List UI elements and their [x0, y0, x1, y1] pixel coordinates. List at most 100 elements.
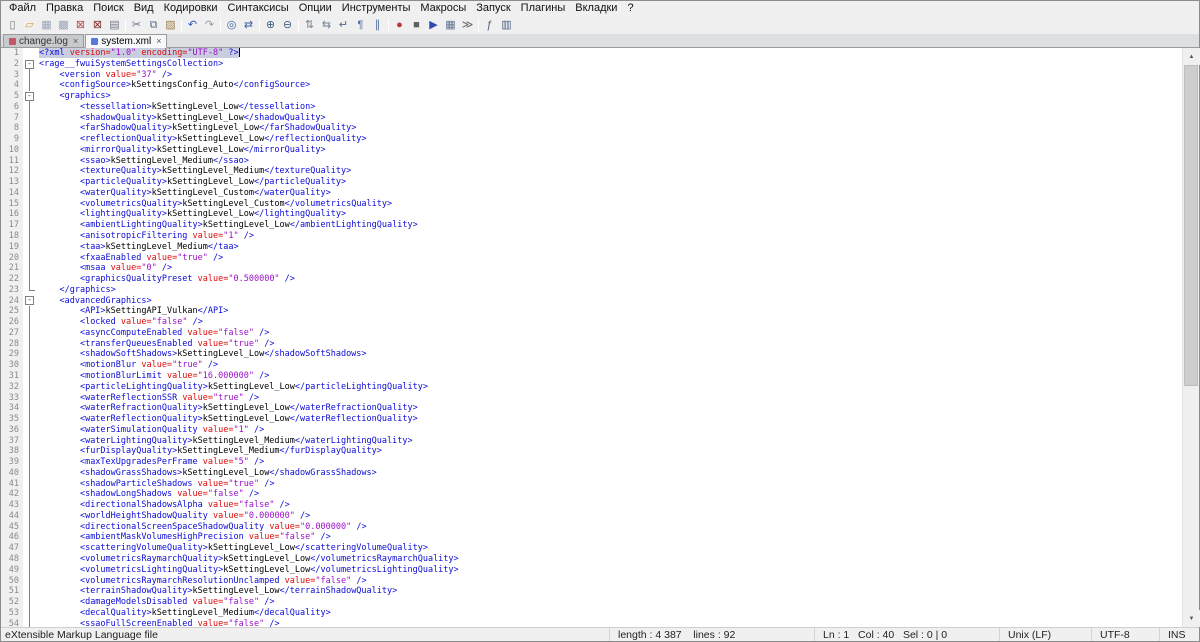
fold-margin[interactable] [23, 543, 37, 554]
editor-line[interactable]: 2- <rage__fwuiSystemSettingsCollection> [1, 58, 1182, 70]
fold-margin[interactable] [23, 263, 37, 275]
close-icon[interactable]: ⊠ [73, 17, 89, 33]
line-number[interactable]: 29 [1, 349, 23, 361]
copy-icon[interactable]: ⧉ [146, 17, 162, 33]
line-number[interactable]: 52 [1, 597, 23, 608]
line-number[interactable]: 47 [1, 543, 23, 554]
fold-margin[interactable] [23, 360, 37, 371]
print-icon[interactable]: ▤ [107, 17, 123, 33]
line-number[interactable]: 31 [1, 370, 23, 382]
line-number[interactable]: 53 [1, 607, 23, 619]
line-number[interactable]: 45 [1, 521, 23, 533]
editor-line[interactable]: 32 <particleLightingQuality>kSettingLeve… [1, 381, 1182, 393]
line-number[interactable]: 51 [1, 586, 23, 598]
menu-item-language[interactable]: Синтаксисы [223, 1, 294, 16]
editor-line[interactable]: 10 <mirrorQuality>kSettingLevel_Low</mir… [1, 144, 1182, 156]
fold-margin[interactable] [23, 317, 37, 328]
editor-line[interactable]: 54 <ssaoFullScreenEnabled value="false" … [1, 618, 1182, 627]
editor-line[interactable]: 11 <ssao>kSettingLevel_Medium</ssao> [1, 155, 1182, 167]
menu-item-help[interactable]: ? [622, 1, 638, 16]
menu-item-plugins[interactable]: Плагины [516, 1, 571, 16]
fold-margin[interactable] [23, 586, 37, 598]
fold-margin[interactable] [23, 187, 37, 199]
editor-line[interactable]: 22 <graphicsQualityPreset value="0.50000… [1, 274, 1182, 285]
fold-margin[interactable] [23, 392, 37, 404]
tab-close-icon[interactable]: × [71, 36, 78, 46]
editor-line[interactable]: 18 <anisotropicFiltering value="1" /> [1, 231, 1182, 242]
fold-margin[interactable] [23, 478, 37, 490]
cut-icon[interactable]: ✂ [129, 17, 145, 33]
line-number[interactable]: 36 [1, 424, 23, 436]
editor-line[interactable]: 34 <waterRefractionQuality>kSettingLevel… [1, 403, 1182, 415]
editor-line[interactable]: 41 <shadowParticleShadows value="true" /… [1, 478, 1182, 490]
line-number[interactable]: 39 [1, 457, 23, 468]
editor-line[interactable]: 53 <decalQuality>kSettingLevel_Medium</d… [1, 607, 1182, 619]
fold-margin[interactable] [23, 510, 37, 522]
fold-margin[interactable] [23, 155, 37, 167]
editor-line[interactable]: 43 <directionalShadowsAlpha value="false… [1, 500, 1182, 511]
editor-line[interactable]: 8 <farShadowQuality>kSettingLevel_Low</f… [1, 123, 1182, 135]
save-all-icon[interactable]: ▩ [56, 17, 72, 33]
line-number[interactable]: 2 [1, 58, 23, 70]
find-icon[interactable]: ◎ [224, 17, 240, 33]
function-list-icon[interactable]: ƒ [482, 17, 498, 33]
editor-line[interactable]: 29 <shadowSoftShadows>kSettingLevel_Low<… [1, 349, 1182, 361]
line-number[interactable]: 26 [1, 317, 23, 328]
fold-margin[interactable] [23, 532, 37, 544]
macro-run-multiple-icon[interactable]: ≫ [460, 17, 476, 33]
fold-margin[interactable] [23, 575, 37, 587]
editor-line[interactable]: 16 <lightingQuality>kSettingLevel_Low</l… [1, 209, 1182, 221]
line-number[interactable]: 4 [1, 80, 23, 92]
scrollbar-thumb[interactable] [1184, 65, 1198, 386]
menu-item-encoding[interactable]: Кодировки [159, 1, 223, 16]
fold-margin[interactable]: - [23, 91, 37, 102]
fold-margin[interactable] [23, 338, 37, 350]
line-number[interactable]: 44 [1, 510, 23, 522]
line-number[interactable]: 22 [1, 274, 23, 285]
line-number[interactable]: 1 [1, 48, 23, 59]
editor-line[interactable]: 5- <graphics> [1, 91, 1182, 102]
line-number[interactable]: 25 [1, 306, 23, 318]
undo-icon[interactable]: ↶ [185, 17, 201, 33]
editor-line[interactable]: 45 <directionalScreenSpaceShadowQuality … [1, 521, 1182, 533]
new-file-icon[interactable]: ▯ [5, 17, 21, 33]
fold-margin[interactable] [23, 80, 37, 92]
sync-vertical-icon[interactable]: ⇅ [302, 17, 318, 33]
fold-margin[interactable] [23, 370, 37, 382]
fold-collapse-icon[interactable]: - [25, 59, 34, 69]
fold-margin[interactable] [23, 209, 37, 221]
zoom-in-icon[interactable]: ⊕ [263, 17, 279, 33]
fold-margin[interactable] [23, 220, 37, 232]
fold-margin[interactable] [23, 48, 37, 59]
fold-margin[interactable] [23, 597, 37, 608]
fold-margin[interactable] [23, 144, 37, 156]
fold-margin[interactable] [23, 306, 37, 318]
line-number[interactable]: 33 [1, 392, 23, 404]
editor-line[interactable]: 31 <motionBlurLimit value="16.000000" /> [1, 370, 1182, 382]
editor-line[interactable]: 19 <taa>kSettingLevel_Medium</taa> [1, 241, 1182, 253]
line-number[interactable]: 54 [1, 618, 23, 627]
line-number[interactable]: 42 [1, 489, 23, 501]
editor-line[interactable]: 9 <reflectionQuality>kSettingLevel_Low</… [1, 134, 1182, 145]
editor-line[interactable]: 21 <msaa value="0" /> [1, 263, 1182, 275]
fold-margin[interactable] [23, 435, 37, 447]
fold-margin[interactable] [23, 252, 37, 264]
editor-line[interactable]: 46 <ambientMaskVolumesHighPrecision valu… [1, 532, 1182, 544]
word-wrap-icon[interactable]: ↵ [336, 17, 352, 33]
line-number[interactable]: 15 [1, 198, 23, 210]
macro-play-icon[interactable]: ▶ [426, 17, 442, 33]
redo-icon[interactable]: ↷ [202, 17, 218, 33]
editor-line[interactable]: 36 <waterSimulationQuality value="1" /> [1, 424, 1182, 436]
menu-item-tools[interactable]: Инструменты [337, 1, 416, 16]
menu-item-file[interactable]: Файл [4, 1, 41, 16]
line-number[interactable]: 49 [1, 564, 23, 576]
editor-line[interactable]: 52 <damageModelsDisabled value="false" /… [1, 597, 1182, 608]
document-map-icon[interactable]: ▥ [499, 17, 515, 33]
fold-margin[interactable] [23, 231, 37, 242]
fold-margin[interactable] [23, 166, 37, 178]
editor-line[interactable]: 49 <volumetricsLightingQuality>kSettingL… [1, 564, 1182, 576]
fold-margin[interactable] [23, 403, 37, 415]
status-eol-format[interactable]: Unix (LF) [999, 628, 1091, 641]
fold-margin[interactable] [23, 489, 37, 501]
status-typing-mode[interactable]: INS [1159, 628, 1199, 641]
